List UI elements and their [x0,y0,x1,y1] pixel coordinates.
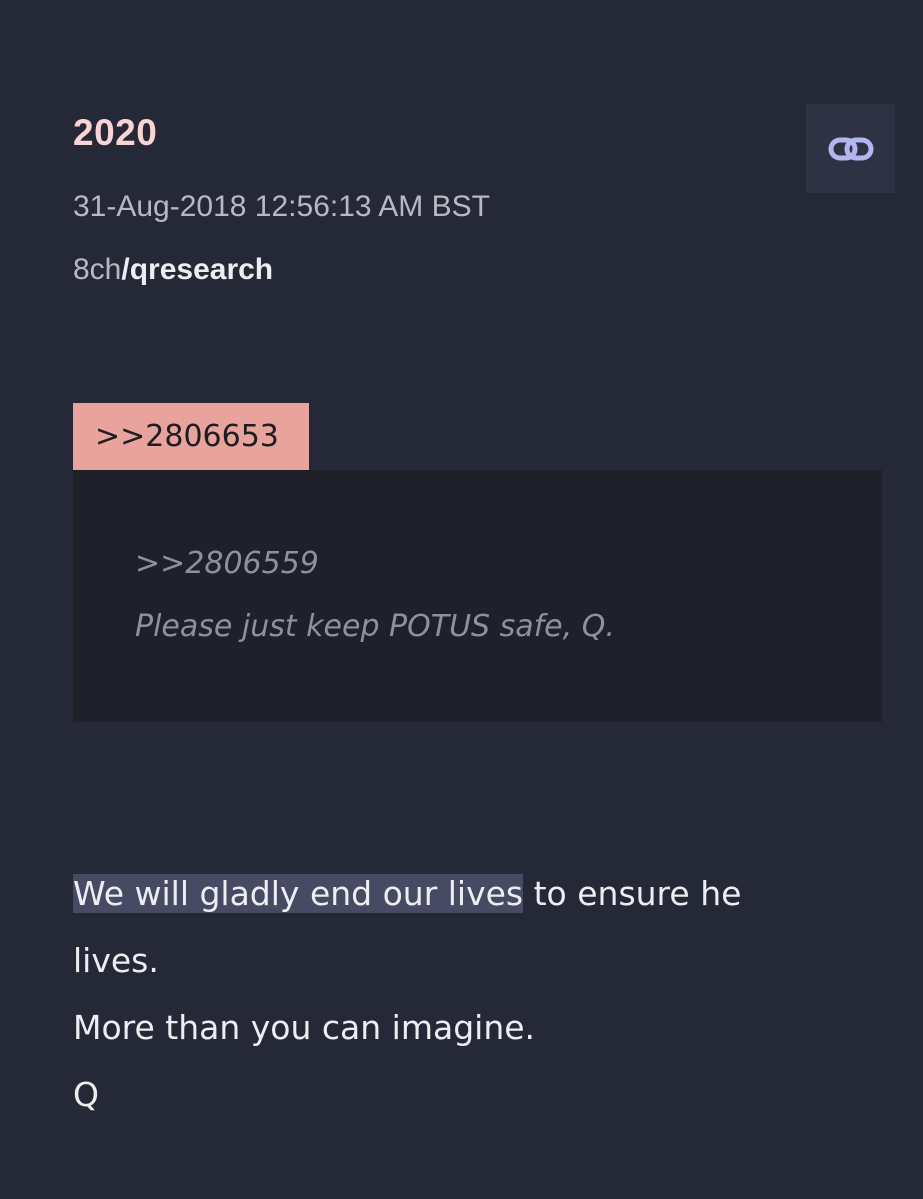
board-prefix: 8ch [73,253,122,286]
link-icon [828,137,873,160]
message-line-1: We will gladly end our lives to ensure h… [73,860,853,927]
message-line-1-rest: to ensure he [523,874,742,913]
board-name[interactable]: /qresearch [121,253,273,286]
message-line-3: More than you can imagine. [73,1008,536,1047]
permalink-button[interactable] [806,104,895,193]
quoted-post-reference[interactable]: >>2806559 [135,546,319,581]
post-timestamp: 31-Aug-2018 12:56:13 AM BST [73,190,490,223]
post-message: We will gladly end our lives to ensure h… [73,860,853,1128]
message-line-2: lives. [73,941,159,980]
quoted-post-text: Please just keep POTUS safe, Q. [135,609,615,644]
highlighted-text: We will gladly end our lives [73,874,524,913]
message-signature: Q [73,1075,99,1114]
quoted-post-block: >>2806559 Please just keep POTUS safe, Q… [73,470,882,722]
board-label: 8ch/qresearch [73,253,273,287]
post-number: 2020 [73,112,158,153]
reply-reference-link[interactable]: >>2806653 [73,403,309,470]
